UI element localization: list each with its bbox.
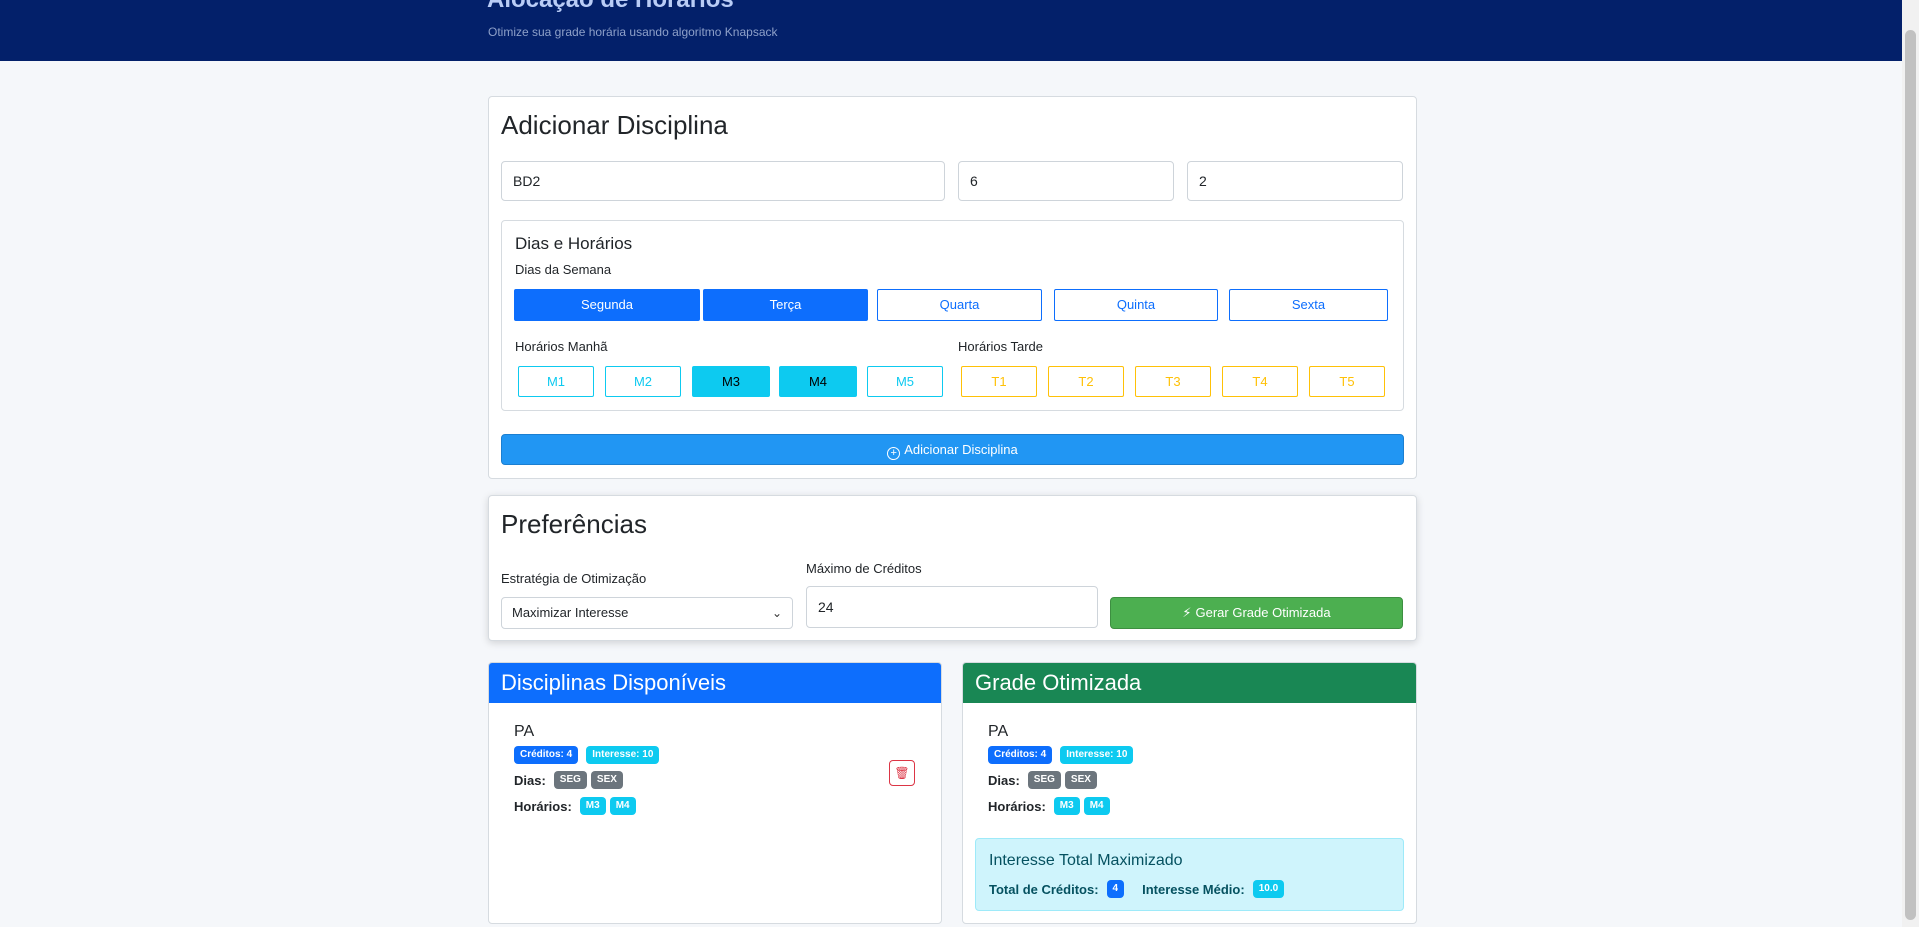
day-button-sexta[interactable]: Sexta [1229, 289, 1388, 321]
morning-label: Horários Manhã [515, 339, 608, 354]
discipline-name: PA [514, 723, 535, 740]
slot-t5[interactable]: T5 [1309, 366, 1385, 397]
interest-badge: Interesse: 10 [586, 746, 660, 764]
app-subtitle: Otimize sua grade horária usando algorit… [488, 25, 778, 39]
delete-discipline-button[interactable]: 🗑︎ [889, 760, 915, 786]
discipline-badges: Créditos: 4 Interesse: 10 [988, 746, 1137, 764]
slot-t4[interactable]: T4 [1222, 366, 1298, 397]
slot-t1[interactable]: T1 [961, 366, 1037, 397]
slot-m4[interactable]: M4 [779, 366, 857, 397]
discipline-slots: Horários: M3 M4 [514, 797, 640, 815]
day-button-terca[interactable]: Terça [703, 289, 868, 321]
discipline-days: Dias: SEG SEX [988, 771, 1101, 789]
slot-m1[interactable]: M1 [518, 366, 594, 397]
day-badge: SEG [1027, 771, 1061, 789]
credits-badge: Créditos: 4 [514, 746, 579, 764]
avg-interest-label: Interesse Médio: [1142, 881, 1245, 897]
discipline-slots: Horários: M3 M4 [988, 797, 1114, 815]
chevron-down-icon: ⌄ [771, 606, 782, 620]
summary-stats: Total de Créditos: 4 Interesse Médio: 10… [989, 880, 1288, 898]
strategy-select[interactable]: Maximizar Interesse ⌄ [501, 597, 793, 629]
add-discipline-button[interactable]: + Adicionar Disciplina [501, 434, 1404, 465]
schedule-title: Dias e Horários [515, 234, 633, 253]
optimized-schedule-panel: Grade Otimizada PA Créditos: 4 Interesse… [962, 662, 1417, 924]
day-button-segunda[interactable]: Segunda [514, 289, 700, 321]
max-credits-label: Máximo de Créditos [806, 561, 922, 576]
day-button-quarta[interactable]: Quarta [877, 289, 1042, 321]
slots-key: Horários: [514, 798, 572, 814]
app-header: Alocação de Horários Otimize sua grade h… [0, 0, 1902, 61]
slots-key: Horários: [988, 798, 1046, 814]
strategy-select-value: Maximizar Interesse [512, 605, 629, 620]
day-badge: SEX [590, 771, 623, 789]
day-badge: SEX [1064, 771, 1097, 789]
slot-badge: M3 [1053, 797, 1080, 815]
app-title: Alocação de Horários [487, 0, 734, 14]
total-credits-badge: 4 [1106, 880, 1125, 898]
slot-t2[interactable]: T2 [1048, 366, 1124, 397]
available-disciplines-header: Disciplinas Disponíveis [489, 663, 941, 703]
optimized-schedule-header: Grade Otimizada [963, 663, 1416, 703]
interest-input[interactable]: 2 [1187, 161, 1403, 201]
days-key: Dias: [988, 772, 1020, 788]
afternoon-label: Horários Tarde [958, 339, 1044, 354]
slot-badge: M4 [609, 797, 636, 815]
page-scrollbar[interactable] [1902, 0, 1919, 927]
optimization-summary: Interesse Total Maximizado Total de Créd… [975, 838, 1404, 911]
slot-m3[interactable]: M3 [692, 366, 770, 397]
strategy-label: Estratégia de Otimização [501, 571, 647, 586]
preferences-card: Preferências Estratégia de Otimização Ma… [488, 495, 1417, 641]
trash-icon: 🗑︎ [894, 766, 910, 780]
avg-interest-badge: 10.0 [1252, 880, 1285, 898]
scrollbar-thumb[interactable] [1905, 30, 1916, 920]
discipline-name-input[interactable]: BD2 [501, 161, 945, 201]
slot-m2[interactable]: M2 [605, 366, 681, 397]
discipline-name: PA [988, 723, 1009, 740]
add-discipline-title: Adicionar Disciplina [501, 110, 728, 140]
credits-input[interactable]: 6 [958, 161, 1174, 201]
generate-schedule-button[interactable]: ⚡︎ Gerar Grade Otimizada [1110, 597, 1403, 629]
total-credits-label: Total de Créditos: [989, 881, 1099, 897]
slot-badge: M3 [579, 797, 606, 815]
discipline-badges: Créditos: 4 Interesse: 10 [514, 746, 663, 764]
preferences-title: Preferências [501, 509, 647, 539]
discipline-days: Dias: SEG SEX [514, 771, 627, 789]
plus-circle-icon: + [887, 447, 901, 460]
credits-badge: Créditos: 4 [988, 746, 1053, 764]
add-discipline-button-label: Adicionar Disciplina [904, 442, 1018, 457]
day-badge: SEG [553, 771, 587, 789]
summary-title: Interesse Total Maximizado [989, 852, 1183, 869]
slot-badge: M4 [1083, 797, 1110, 815]
slot-m5[interactable]: M5 [867, 366, 943, 397]
interest-badge: Interesse: 10 [1060, 746, 1134, 764]
max-credits-input[interactable]: 24 [806, 586, 1098, 628]
schedule-section: Dias e Horários Dias da Semana Segunda T… [501, 220, 1404, 411]
days-key: Dias: [514, 772, 546, 788]
lightning-icon: ⚡︎ [1182, 605, 1192, 620]
day-button-quinta[interactable]: Quinta [1054, 289, 1218, 321]
generate-schedule-button-label: Gerar Grade Otimizada [1195, 605, 1331, 620]
days-label: Dias da Semana [515, 262, 612, 277]
slot-t3[interactable]: T3 [1135, 366, 1211, 397]
available-disciplines-panel: Disciplinas Disponíveis PA Créditos: 4 I… [488, 662, 942, 924]
add-discipline-card: Adicionar Disciplina BD2 6 2 Dias e Horá… [488, 96, 1417, 479]
